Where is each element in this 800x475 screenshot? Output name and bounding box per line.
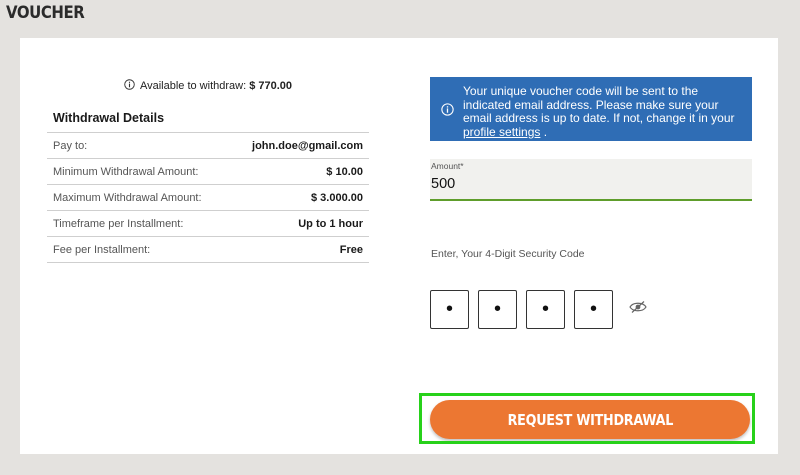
info-icon [441,103,454,120]
page-title: VOUCHER [6,3,85,23]
amount-label: Amount* [431,161,464,171]
profile-settings-link[interactable]: profile settings [463,125,540,139]
security-code-inputs: • • • • [430,290,647,329]
available-label: Available to withdraw: [139,79,247,92]
withdrawal-card: Available to withdraw: $ 770.00 Withdraw… [20,38,778,454]
pin-digit-2[interactable]: • [478,290,517,329]
row-label: Fee per Installment: [53,243,151,256]
amount-input[interactable]: 500 [431,176,455,192]
details-title: Withdrawal Details [53,111,165,125]
eye-slash-icon[interactable] [629,300,647,319]
details-row-pay-to: Pay to: john.doe@gmail.com [47,132,369,158]
row-value: john.doe@gmail.com [252,139,363,152]
row-value: Up to 1 hour [298,217,363,230]
request-withdrawal-button[interactable]: REQUEST WITHDRAWAL [430,400,750,439]
notice-text: Your unique voucher code will be sent to… [463,84,735,125]
available-balance: Available to withdraw: $ 770.00 [47,79,369,93]
security-code-prompt: Enter, Your 4-Digit Security Code [431,248,585,260]
notice-end: . [543,124,548,139]
row-label: Minimum Withdrawal Amount: [53,165,199,178]
row-label: Timeframe per Installment: [53,217,184,230]
voucher-notice: Your unique voucher code will be sent to… [430,77,752,141]
row-value: Free [339,243,363,256]
pin-digit-1[interactable]: • [430,290,469,329]
details-row-max-amount: Maximum Withdrawal Amount: $ 3.000.00 [47,184,369,210]
request-withdrawal-label: REQUEST WITHDRAWAL [507,410,673,429]
row-label: Pay to: [53,139,88,152]
row-label: Maximum Withdrawal Amount: [53,191,202,204]
details-row-min-amount: Minimum Withdrawal Amount: $ 10.00 [47,158,369,184]
row-value: $ 10.00 [326,165,363,178]
details-row-fee: Fee per Installment: Free [47,236,369,263]
amount-field[interactable]: Amount* 500 [430,159,752,201]
available-amount: $ 770.00 [249,79,293,92]
pin-digit-4[interactable]: • [574,290,613,329]
details-row-timeframe: Timeframe per Installment: Up to 1 hour [47,210,369,236]
pin-digit-3[interactable]: • [526,290,565,329]
row-value: $ 3.000.00 [311,191,363,204]
details-table: Pay to: john.doe@gmail.com Minimum Withd… [47,132,369,263]
info-icon [124,79,135,93]
